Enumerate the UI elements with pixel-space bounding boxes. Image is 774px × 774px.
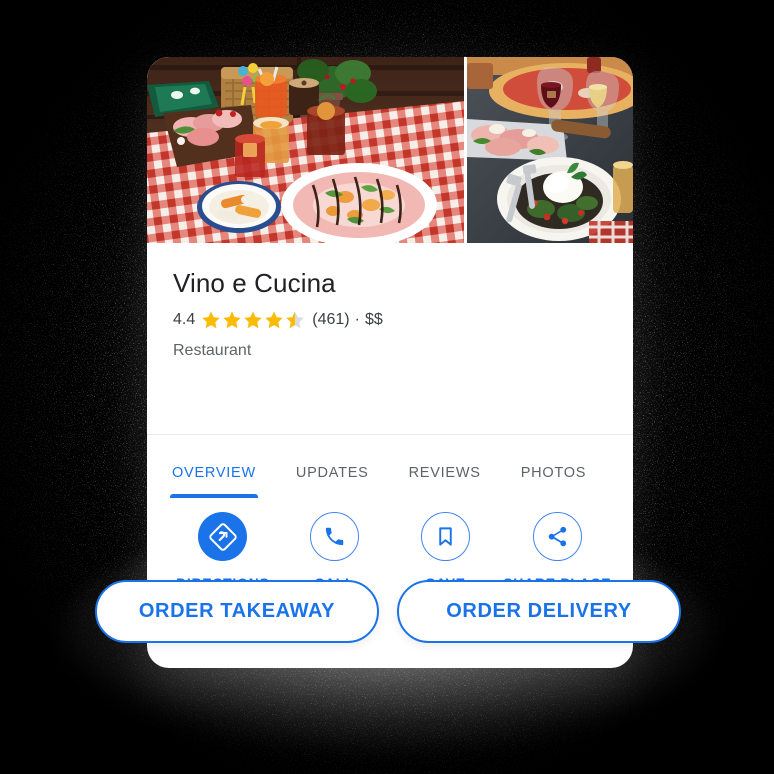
tab-photos[interactable]: PHOTOS (521, 465, 586, 498)
backdrop: Vino e Cucina 4.4 (461) · $$ Restaurant … (0, 0, 774, 774)
phone-icon (309, 512, 359, 561)
photo-burrata-wine[interactable] (467, 57, 633, 243)
tab-bar: OVERVIEW UPDATES REVIEWS PHOTOS (147, 434, 633, 498)
order-button-row: ORDER TAKEAWAY ORDER DELIVERY (95, 580, 681, 643)
rating-separator: · (354, 311, 360, 328)
rating-value: 4.4 (173, 311, 196, 328)
rating-row: 4.4 (461) · $$ (147, 299, 633, 330)
price-level: $$ (364, 311, 383, 328)
tab-overview[interactable]: OVERVIEW (170, 465, 258, 498)
tab-updates[interactable]: UPDATES (296, 465, 369, 498)
directions-icon (198, 512, 248, 561)
rating-stars (201, 310, 305, 330)
photo-food-table[interactable] (147, 57, 464, 243)
order-takeaway-button[interactable]: ORDER TAKEAWAY (95, 580, 379, 643)
place-card: Vino e Cucina 4.4 (461) · $$ Restaurant … (147, 57, 633, 668)
review-count: (461) (312, 311, 350, 328)
place-category: Restaurant (173, 342, 252, 359)
place-title: Vino e Cucina (173, 268, 336, 298)
share-icon (532, 512, 582, 561)
order-delivery-button[interactable]: ORDER DELIVERY (397, 580, 681, 643)
tab-reviews[interactable]: REVIEWS (409, 465, 481, 498)
place-info: Vino e Cucina 4.4 (461) · $$ Restaurant (147, 243, 633, 360)
photo-strip (147, 57, 633, 243)
bookmark-icon (421, 512, 471, 561)
